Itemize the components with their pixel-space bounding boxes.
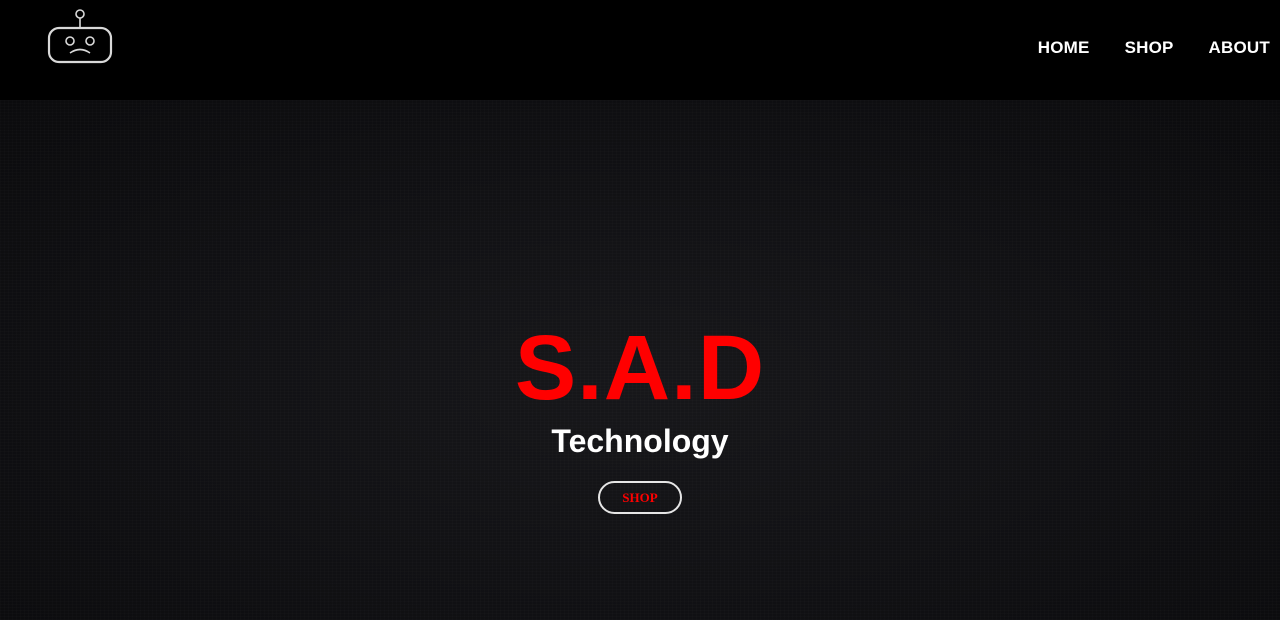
nav-home-link[interactable]: HOME [1038, 38, 1090, 58]
main-nav: HOME SHOP ABOUT [1038, 38, 1270, 58]
site-header: HOME SHOP ABOUT [0, 0, 1280, 100]
hero-section: S.A.D Technology SHOP [0, 100, 1280, 620]
hero-title: S.A.D [514, 317, 766, 419]
sad-robot-logo-icon[interactable] [46, 8, 114, 66]
nav-shop-link[interactable]: SHOP [1125, 38, 1174, 58]
hero-shop-button[interactable]: SHOP [598, 481, 682, 514]
hero-subtitle: Technology [551, 423, 729, 459]
nav-about-link[interactable]: ABOUT [1209, 38, 1270, 58]
